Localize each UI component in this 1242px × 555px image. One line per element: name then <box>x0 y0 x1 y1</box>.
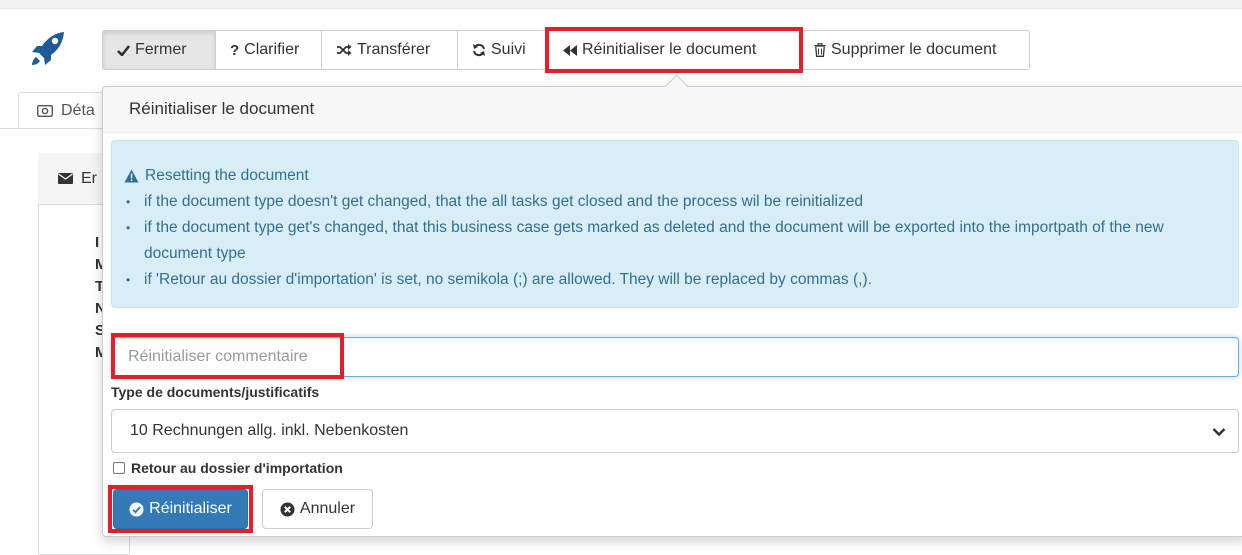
document-type-value: 10 Rechnungen allg. inkl. Nebenkosten <box>130 422 409 439</box>
alert-title: Resetting the document <box>145 167 309 184</box>
reset-document-button-label: Réinitialiser le document <box>582 41 757 58</box>
return-to-import-checkbox[interactable] <box>113 462 125 474</box>
return-to-import-label: Retour au dossier d'importation <box>131 460 343 476</box>
reset-submit-label: Réinitialiser <box>149 500 232 517</box>
delete-document-button[interactable]: Supprimer le document <box>799 30 1030 70</box>
check-icon <box>117 44 130 56</box>
alert-list: if the document type doesn't get changed… <box>124 189 1224 293</box>
close-button-label: Fermer <box>135 41 187 58</box>
close-button[interactable]: Fermer <box>102 30 216 70</box>
alert-title-row: Resetting the document <box>124 163 1224 189</box>
check-circle-icon <box>129 502 144 517</box>
document-type-select[interactable]: 10 Rechnungen allg. inkl. Nebenkosten <box>111 409 1239 453</box>
info-alert: Resetting the document if the document t… <box>111 140 1239 308</box>
transfer-button-label: Transférer <box>357 41 431 58</box>
document-type-label: Type de documents/justificatifs <box>111 384 320 400</box>
shuffle-icon <box>336 44 352 56</box>
fast-backward-icon <box>563 44 577 56</box>
reset-comment-input[interactable] <box>111 337 1239 377</box>
tab-details-label: Déta <box>61 101 95 119</box>
camera-icon <box>37 104 53 117</box>
delete-document-button-label: Supprimer le document <box>831 41 997 58</box>
action-toolbar: Fermer ? Clarifier Transférer Suivi Réin… <box>102 27 1030 73</box>
follow-up-button-label: Suivi <box>491 41 526 58</box>
top-border <box>0 0 1242 9</box>
chevron-down-icon <box>1212 424 1226 442</box>
cancel-button[interactable]: Annuler <box>262 489 373 529</box>
question-icon: ? <box>230 41 240 59</box>
reset-document-popover: Réinitialiser le document Resetting the … <box>102 86 1242 537</box>
follow-up-button[interactable]: Suivi <box>457 30 549 70</box>
transfer-button[interactable]: Transférer <box>321 30 458 70</box>
reset-document-button[interactable]: Réinitialiser le document <box>545 27 803 73</box>
alert-item: if the document type get's changed, that… <box>126 215 1224 267</box>
alert-item: if the document type doesn't get changed… <box>126 189 1224 215</box>
times-circle-icon <box>280 502 295 517</box>
warning-icon <box>124 169 139 183</box>
alert-item: if 'Retour au dossier d'importation' is … <box>126 267 1224 293</box>
clarify-button-label: Clarifier <box>244 41 300 58</box>
rocket-logo-icon[interactable] <box>30 30 70 66</box>
background-panel-label: Er <box>81 169 97 187</box>
reset-submit-button[interactable]: Réinitialiser <box>113 489 248 529</box>
clarify-button[interactable]: ? Clarifier <box>215 30 322 70</box>
return-to-import-row[interactable]: Retour au dossier d'importation <box>113 460 343 476</box>
refresh-icon <box>472 43 486 57</box>
cancel-label: Annuler <box>299 500 356 517</box>
envelope-icon <box>58 173 73 184</box>
trash-icon <box>814 43 826 57</box>
